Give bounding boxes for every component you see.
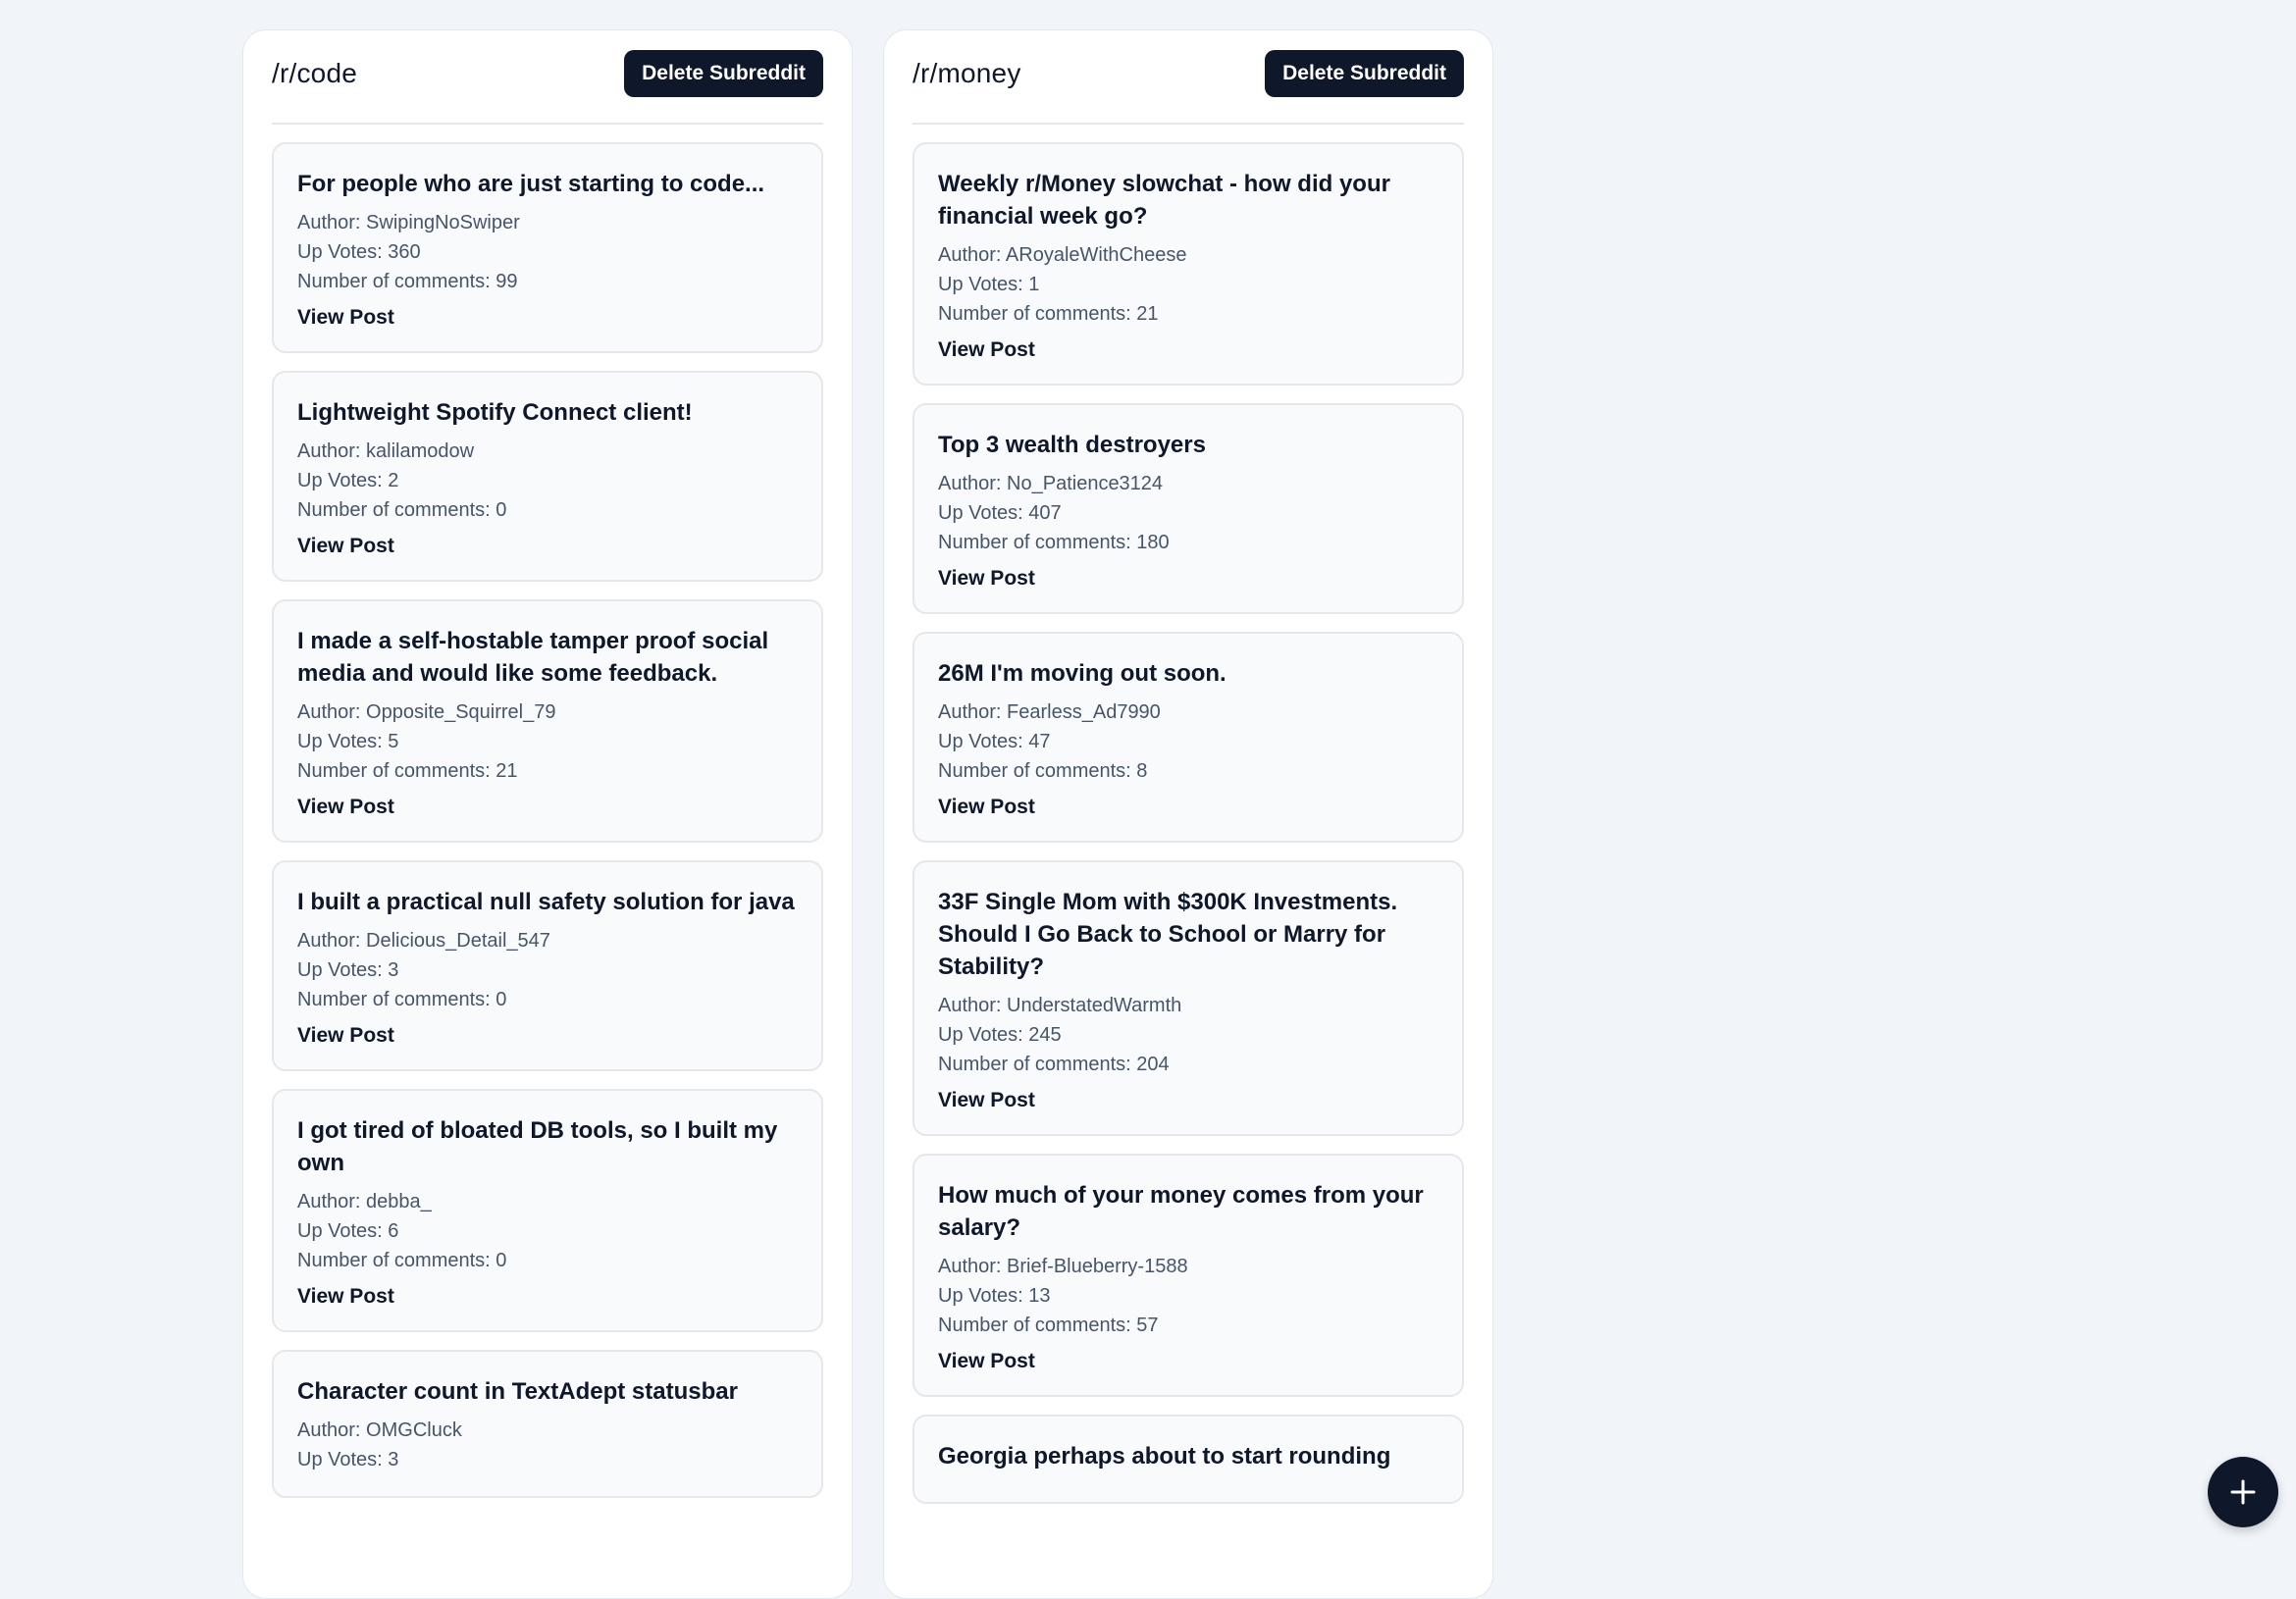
post-title: Character count in TextAdept statusbar — [297, 1378, 738, 1405]
view-post-link[interactable]: View Post — [297, 796, 394, 819]
post-card: How much of your money comes from your s… — [913, 1154, 1464, 1397]
post-comments: Number of comments: 8 — [938, 760, 1148, 782]
post-card: For people who are just starting to code… — [272, 142, 823, 353]
post-title: I built a practical null safety solution… — [297, 889, 795, 915]
post-upvotes: Up Votes: 1 — [938, 274, 1040, 295]
view-post-link[interactable]: View Post — [938, 338, 1035, 362]
post-author: Author: Delicious_Detail_547 — [297, 930, 550, 952]
post-title: I got tired of bloated DB tools, so I bu… — [297, 1117, 778, 1176]
post-comments: Number of comments: 180 — [938, 532, 1170, 553]
post-upvotes: Up Votes: 407 — [938, 502, 1062, 524]
post-author: Author: Brief-Blueberry-1588 — [938, 1256, 1188, 1277]
subreddit-title: /r/code — [272, 58, 357, 88]
post-card: Top 3 wealth destroyers Author: No_Patie… — [913, 403, 1464, 614]
post-upvotes: Up Votes: 5 — [297, 731, 399, 752]
post-upvotes: Up Votes: 6 — [297, 1220, 399, 1242]
view-post-link[interactable]: View Post — [938, 796, 1035, 819]
view-post-link[interactable]: View Post — [297, 1285, 394, 1309]
post-upvotes: Up Votes: 13 — [938, 1285, 1051, 1307]
column-header: /r/money Delete Subreddit — [913, 30, 1464, 125]
post-comments: Number of comments: 99 — [297, 271, 518, 292]
post-author: Author: kalilamodow — [297, 440, 475, 462]
add-subreddit-button[interactable] — [2208, 1457, 2278, 1527]
post-title: Lightweight Spotify Connect client! — [297, 399, 693, 426]
post-card: Weekly r/Money slowchat - how did your f… — [913, 142, 1464, 386]
view-post-link[interactable]: View Post — [297, 1024, 394, 1048]
plus-icon — [2230, 1479, 2256, 1505]
post-title: Weekly r/Money slowchat - how did your f… — [938, 171, 1390, 230]
post-title: 33F Single Mom with $300K Investments. S… — [938, 889, 1398, 980]
post-author: Author: ARoyaleWithCheese — [938, 244, 1187, 266]
post-title: Top 3 wealth destroyers — [938, 432, 1206, 458]
post-title: Georgia perhaps about to start rounding — [938, 1443, 1391, 1470]
delete-subreddit-button[interactable]: Delete Subreddit — [624, 50, 823, 97]
post-card: I made a self-hostable tamper proof soci… — [272, 599, 823, 843]
subreddit-column-money: /r/money Delete Subreddit Weekly r/Money… — [883, 29, 1493, 1599]
post-comments: Number of comments: 0 — [297, 989, 507, 1010]
post-upvotes: Up Votes: 2 — [297, 470, 399, 491]
post-author: Author: No_Patience3124 — [938, 473, 1164, 494]
post-author: Author: SwipingNoSwiper — [297, 212, 520, 233]
subreddit-board: /r/code Delete Subreddit For people who … — [0, 0, 2296, 1599]
post-card: 33F Single Mom with $300K Investments. S… — [913, 860, 1464, 1136]
post-author: Author: OMGCluck — [297, 1419, 462, 1441]
view-post-link[interactable]: View Post — [297, 535, 394, 558]
post-comments: Number of comments: 204 — [938, 1054, 1170, 1075]
post-upvotes: Up Votes: 245 — [938, 1024, 1062, 1046]
post-comments: Number of comments: 0 — [297, 1250, 507, 1271]
view-post-link[interactable]: View Post — [938, 1089, 1035, 1112]
post-card: 26M I'm moving out soon. Author: Fearles… — [913, 632, 1464, 843]
post-card: I built a practical null safety solution… — [272, 860, 823, 1071]
post-title: 26M I'm moving out soon. — [938, 660, 1226, 687]
post-upvotes: Up Votes: 360 — [297, 241, 421, 263]
post-title: How much of your money comes from your s… — [938, 1182, 1424, 1241]
post-author: Author: debba_ — [297, 1191, 432, 1212]
post-card: I got tired of bloated DB tools, so I bu… — [272, 1089, 823, 1332]
post-author: Author: UnderstatedWarmth — [938, 995, 1182, 1016]
post-upvotes: Up Votes: 47 — [938, 731, 1051, 752]
post-upvotes: Up Votes: 3 — [297, 1449, 399, 1470]
view-post-link[interactable]: View Post — [938, 567, 1035, 591]
post-comments: Number of comments: 21 — [297, 760, 518, 782]
subreddit-title: /r/money — [913, 58, 1021, 88]
delete-subreddit-button[interactable]: Delete Subreddit — [1265, 50, 1464, 97]
post-author: Author: Opposite_Squirrel_79 — [297, 701, 556, 723]
view-post-link[interactable]: View Post — [297, 306, 394, 330]
post-upvotes: Up Votes: 3 — [297, 959, 399, 981]
subreddit-column-code: /r/code Delete Subreddit For people who … — [242, 29, 853, 1599]
post-comments: Number of comments: 21 — [938, 303, 1159, 325]
post-card: Georgia perhaps about to start rounding — [913, 1415, 1464, 1504]
view-post-link[interactable]: View Post — [938, 1350, 1035, 1373]
post-card: Lightweight Spotify Connect client! Auth… — [272, 371, 823, 582]
column-header: /r/code Delete Subreddit — [272, 30, 823, 125]
post-author: Author: Fearless_Ad7990 — [938, 701, 1161, 723]
post-title: For people who are just starting to code… — [297, 171, 765, 197]
post-comments: Number of comments: 57 — [938, 1315, 1159, 1336]
post-comments: Number of comments: 0 — [297, 499, 507, 521]
post-title: I made a self-hostable tamper proof soci… — [297, 628, 769, 687]
post-card: Character count in TextAdept statusbar A… — [272, 1350, 823, 1498]
